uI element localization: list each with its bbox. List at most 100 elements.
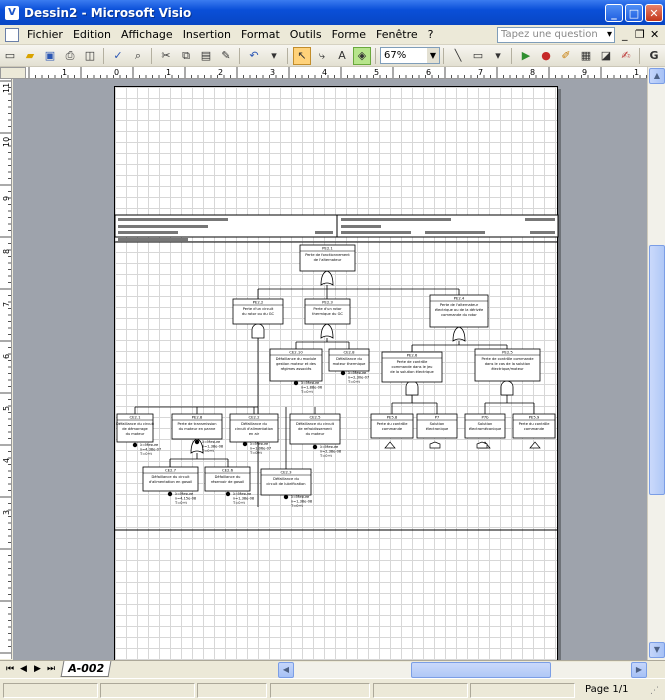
scroll-left-button[interactable]: ◀ xyxy=(278,662,294,678)
node-id: PE2.1 xyxy=(322,246,333,251)
doc-restore-button[interactable]: ❐ xyxy=(635,28,645,41)
chevron-down-icon[interactable]: ▾ xyxy=(607,28,612,42)
menu-edition[interactable]: Edition xyxy=(68,28,116,41)
fault-tree-node[interactable]: CE2.5 Défaillance du circuitde refroidiss… xyxy=(289,413,341,445)
node-label: électrique ou de la dérivée xyxy=(435,308,484,312)
page-tab[interactable]: A-002 xyxy=(60,661,112,677)
line-icon[interactable]: ╲ xyxy=(449,47,467,65)
fault-tree-node[interactable]: PE2.6 Perte de contrôlecommande dans le j… xyxy=(381,351,443,383)
doc-close-button[interactable]: ✕ xyxy=(650,28,659,41)
fault-tree-node[interactable]: PE5.8 Perte du contrôlecommande xyxy=(370,413,414,439)
menu-format[interactable]: Format xyxy=(236,28,285,41)
code-icon[interactable]: ◪ xyxy=(597,47,615,65)
format-painter-icon[interactable]: ✎ xyxy=(217,47,235,65)
node-id: CE2.8 xyxy=(343,350,355,355)
text-tool-icon[interactable]: A xyxy=(333,47,351,65)
record-icon[interactable]: ● xyxy=(537,47,555,65)
print-icon[interactable]: ⎙ xyxy=(61,47,79,65)
node-label: Perte de contrôle xyxy=(397,360,429,364)
toolbar-separator xyxy=(511,47,513,64)
fault-tree-node[interactable]: PE2.1 Perte de fonctionnementde l'alterna… xyxy=(299,244,356,272)
fault-tree-node[interactable]: P7 Solutionélectronique xyxy=(416,413,458,439)
menu-help[interactable]: ? xyxy=(423,28,439,41)
fault-tree-node[interactable]: P7b Solutionélectromécanique xyxy=(464,413,506,439)
zoom-select[interactable]: 67% ▼ xyxy=(380,47,440,64)
status-segment xyxy=(3,683,98,698)
vertical-ruler: 11 10 9 8 7 6 5 4 3 xyxy=(0,79,12,659)
bold-icon[interactable]: G xyxy=(645,47,663,65)
print-preview-icon[interactable]: ◫ xyxy=(81,47,99,65)
vertical-scrollbar[interactable]: ▲ ▼ xyxy=(647,67,665,660)
design-mode-icon[interactable]: ✐ xyxy=(557,47,575,65)
failure-rate-label: λ=2,38e-08 xyxy=(320,450,342,454)
toolbar-options-icon[interactable]: ▾ xyxy=(489,47,507,65)
doc-minimize-button[interactable]: _ xyxy=(622,28,628,41)
fault-tree-node[interactable]: CE2.2 Défaillance ducircuit d'alimentatio… xyxy=(229,413,279,443)
edit-code-icon[interactable]: ✍ xyxy=(617,47,635,65)
menu-affichage[interactable]: Affichage xyxy=(116,28,178,41)
horizontal-scrollbar[interactable]: ◀ ▶ xyxy=(278,662,647,678)
node-id: P7b xyxy=(481,415,489,420)
vertical-scroll-thumb[interactable] xyxy=(649,245,665,495)
fault-tree-node[interactable]: CE2.6 Défaillance duréservoir de gasoil xyxy=(204,466,251,492)
menu-fichier[interactable]: Fichier xyxy=(22,28,68,41)
menu-insertion[interactable]: Insertion xyxy=(178,28,236,41)
fault-tree-node[interactable]: PE2.5 Perte de contrôle commandedans le c… xyxy=(474,348,541,382)
previous-page-button[interactable]: ◀ xyxy=(20,664,27,674)
minimize-button[interactable]: _ xyxy=(605,4,623,22)
last-page-button[interactable]: ⏭ xyxy=(47,664,55,674)
next-page-button[interactable]: ▶ xyxy=(34,664,41,674)
node-id: PE2.6 xyxy=(407,353,418,358)
close-button[interactable]: ✕ xyxy=(645,4,663,22)
menu-forme[interactable]: Forme xyxy=(327,28,371,41)
ask-question-input[interactable]: Tapez une question ▾ xyxy=(497,27,615,43)
failure-rate-label: T=0+t xyxy=(290,504,304,508)
fault-tree-node[interactable]: PE2.2 Perte d'un circuitdu rotor ou du GC xyxy=(232,298,284,325)
fault-tree-node[interactable]: PE2.3 Perte d'un rotorthermique du GC xyxy=(304,298,351,325)
stencils-icon[interactable]: ◈ xyxy=(353,46,371,65)
first-page-button[interactable]: ⏮ xyxy=(6,664,14,674)
menu-outils[interactable]: Outils xyxy=(285,28,327,41)
rectangle-icon[interactable]: ▭ xyxy=(469,47,487,65)
scroll-down-button[interactable]: ▼ xyxy=(649,642,665,658)
cut-icon[interactable]: ✂ xyxy=(157,47,175,65)
toolbar-separator xyxy=(287,47,289,64)
connector-tool-icon[interactable]: ⤷ xyxy=(313,47,331,65)
pointer-tool-icon[interactable]: ↖ xyxy=(293,46,311,65)
save-icon[interactable]: ▣ xyxy=(41,47,59,65)
fault-tree-node[interactable]: CE2.3 Défaillance ducircuit de lubrificat… xyxy=(260,468,312,496)
menu-fenetre[interactable]: Fenêtre xyxy=(371,28,423,41)
maximize-button[interactable]: □ xyxy=(625,4,643,22)
scroll-right-button[interactable]: ▶ xyxy=(631,662,647,678)
paste-icon[interactable]: ▤ xyxy=(197,47,215,65)
spelling-icon[interactable]: ✓ xyxy=(109,47,127,65)
fault-tree-node[interactable]: CE2.7 Défaillance du circuitd'alimentatio… xyxy=(142,466,199,492)
fault-tree-node[interactable]: CE2.10 Défaillance du modulegestion moteu… xyxy=(269,348,323,382)
failure-rate-label: λ=Mesure xyxy=(250,442,269,446)
node-label: en air xyxy=(249,432,260,436)
node-label: électrique/moteur xyxy=(491,367,524,371)
chevron-down-icon[interactable]: ▼ xyxy=(427,48,439,63)
copy-icon[interactable]: ⧉ xyxy=(177,47,195,65)
open-icon[interactable]: ▰ xyxy=(21,47,39,65)
properties-icon[interactable]: ▦ xyxy=(577,47,595,65)
fault-tree-node[interactable]: PE2.8 Perte de transmissiondu moteur en p… xyxy=(171,413,223,440)
fault-tree-node[interactable]: PE5.9 Perte du contrôlecommande xyxy=(512,413,556,439)
fault-tree-diagram[interactable]: PE2.1 Perte de fonctionnementde l'alterna… xyxy=(114,87,559,660)
drawing-canvas[interactable]: PE2.1 Perte de fonctionnement de l'alterna… xyxy=(13,79,647,660)
node-label: Défaillance du circuit xyxy=(152,475,191,479)
drawing-page[interactable]: PE2.1 Perte de fonctionnement de l'alterna… xyxy=(114,86,559,660)
redo-icon[interactable]: ▾ xyxy=(265,47,283,65)
horizontal-scroll-thumb[interactable] xyxy=(411,662,551,678)
fault-tree-node[interactable]: CE2.8 Défaillance dumoteur thermique xyxy=(328,348,370,372)
status-segment xyxy=(197,683,267,698)
new-icon[interactable]: ▭ xyxy=(1,47,19,65)
scroll-up-button[interactable]: ▲ xyxy=(649,68,665,84)
undo-icon[interactable]: ↶ xyxy=(245,47,263,65)
node-label: Défaillance du xyxy=(336,357,362,361)
fault-tree-node[interactable]: PE2.4 Perte de l'alternateurélectrique ou… xyxy=(429,294,489,328)
run-icon[interactable]: ▶ xyxy=(517,47,535,65)
fault-tree-node[interactable]: CE2.1 Défaillance du circuitde démarraged… xyxy=(116,413,155,443)
document-icon[interactable] xyxy=(5,27,19,42)
research-icon[interactable]: ⌕ xyxy=(129,47,147,65)
